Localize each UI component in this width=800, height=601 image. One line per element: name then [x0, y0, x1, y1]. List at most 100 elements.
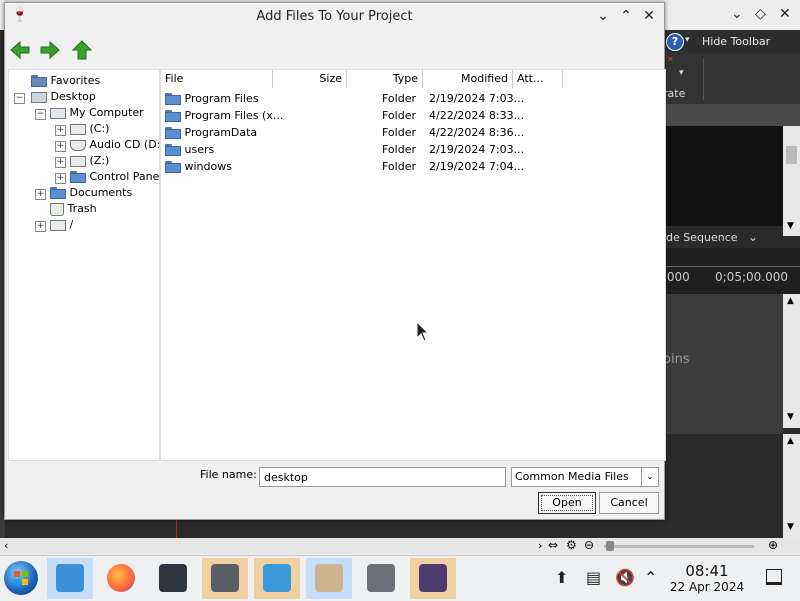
- column-header-attributes[interactable]: Att...: [513, 70, 563, 88]
- scroll-up-icon[interactable]: ▲: [787, 296, 794, 306]
- chevron-down-icon[interactable]: ⌄: [641, 468, 658, 486]
- taskbar-archive-manager[interactable]: [358, 558, 404, 599]
- column-header-size[interactable]: Size: [273, 70, 347, 88]
- zoom-gear-icon[interactable]: ⚙: [566, 538, 577, 552]
- chevron-down-icon[interactable]: ⌄: [748, 230, 758, 244]
- tree-item-control-panel[interactable]: Control Panel: [70, 169, 159, 185]
- file-row[interactable]: windows Folder 2/19/2024 7:04...: [161, 158, 665, 175]
- scroll-right-icon[interactable]: ›: [538, 539, 542, 552]
- dialog-titlebar[interactable]: 🍷 Add Files To Your Project ⌄ ⌃ ✕: [5, 3, 664, 31]
- collapse-icon[interactable]: −: [14, 93, 25, 104]
- scroll-down-icon[interactable]: ▼: [787, 412, 794, 422]
- open-button[interactable]: Open: [538, 492, 596, 514]
- collapse-icon[interactable]: −: [35, 109, 46, 120]
- tree-item-audio-cd[interactable]: Audio CD (D:): [70, 137, 159, 153]
- minimize-icon[interactable]: ⌄: [593, 8, 613, 24]
- taskbar-wine-app[interactable]: [306, 558, 352, 599]
- start-menu-icon[interactable]: [4, 561, 38, 595]
- tree-item-documents[interactable]: Documents: [50, 185, 132, 201]
- expand-icon[interactable]: +: [55, 141, 66, 152]
- zoom-slider-handle[interactable]: [606, 541, 614, 551]
- tree-item-trash[interactable]: Trash: [50, 201, 97, 217]
- tree-item-favorites[interactable]: Favorites: [31, 73, 100, 89]
- up-folder-button[interactable]: [71, 39, 93, 61]
- column-header-type[interactable]: Type: [347, 70, 423, 88]
- dialog-title: Add Files To Your Project: [256, 9, 413, 24]
- scroll-up-icon[interactable]: ▲: [787, 436, 794, 446]
- scrollbar-thumb[interactable]: [786, 146, 797, 164]
- tree-item-drive-z[interactable]: (Z:): [70, 153, 109, 169]
- tree-item-drive-c[interactable]: (C:): [70, 121, 109, 137]
- dropdown-arrow-icon[interactable]: ▾: [685, 35, 690, 45]
- file-list[interactable]: File Size Type Modified Att... Program F…: [160, 69, 666, 461]
- fit-width-icon[interactable]: ⇔: [548, 538, 558, 552]
- folder-icon: [165, 144, 181, 156]
- tree-item-root[interactable]: /: [50, 217, 73, 233]
- scrollbar[interactable]: ▲ ▼: [783, 294, 800, 428]
- hide-toolbar-button[interactable]: Hide Toolbar: [702, 35, 770, 48]
- file-row[interactable]: ProgramData Folder 4/22/2024 8:36...: [161, 124, 665, 141]
- clipboard-icon[interactable]: ▤: [586, 568, 601, 587]
- clock-date[interactable]: 22 Apr 2024: [668, 580, 746, 594]
- sequence-tab[interactable]: ide Sequence ⌄: [663, 228, 783, 248]
- zoom-out-icon[interactable]: ⊖: [584, 538, 594, 552]
- expand-icon[interactable]: +: [35, 221, 46, 232]
- scroll-down-icon[interactable]: ▼: [787, 522, 794, 532]
- forward-arrow-icon: [40, 40, 60, 60]
- volume-muted-icon[interactable]: 🔇: [615, 568, 635, 587]
- column-header-modified[interactable]: Modified: [423, 70, 513, 88]
- file-row[interactable]: users Folder 2/19/2024 7:03...: [161, 141, 665, 158]
- file-row[interactable]: Program Files Folder 2/19/2024 7:03...: [161, 90, 665, 107]
- chevron-down-icon[interactable]: ⌄: [731, 6, 743, 22]
- taskbar-system-settings[interactable]: [150, 558, 196, 599]
- windows-stack-icon: [211, 564, 239, 592]
- horizontal-scrollbar[interactable]: ‹ › ⇔ ⚙ ⊖ ⊕: [0, 538, 800, 555]
- file-type-select[interactable]: Common Media Files ⌄: [511, 467, 659, 487]
- back-button[interactable]: [9, 39, 31, 61]
- scrollbar[interactable]: ▼: [783, 126, 800, 236]
- taskbar-video-editor[interactable]: [410, 558, 456, 599]
- scroll-left-icon[interactable]: ‹: [4, 539, 8, 552]
- cd-drive-icon: [70, 139, 86, 151]
- playhead-line[interactable]: [176, 518, 177, 538]
- scrollbar[interactable]: ▲ ▼: [783, 434, 800, 538]
- close-icon[interactable]: ✕: [779, 6, 791, 22]
- ruler-time-right: 0;05;00.000: [715, 270, 788, 284]
- scroll-down-icon[interactable]: ▼: [787, 221, 794, 231]
- add-files-dialog: 🍷 Add Files To Your Project ⌄ ⌃ ✕ Favori…: [4, 2, 666, 520]
- file-row[interactable]: Program Files (x... Folder 4/22/2024 8:3…: [161, 107, 665, 124]
- cancel-button[interactable]: Cancel: [599, 492, 659, 514]
- forward-button[interactable]: [39, 39, 61, 61]
- folder-icon: [50, 187, 66, 199]
- taskbar: ⬆ ▤ 🔇 ⌃ 08:41 22 Apr 2024: [0, 555, 800, 601]
- show-desktop-icon[interactable]: [766, 569, 782, 585]
- expand-icon[interactable]: +: [55, 157, 66, 168]
- dropdown-arrow-icon[interactable]: ▾: [679, 68, 684, 78]
- diamond-icon[interactable]: ◇: [755, 6, 766, 22]
- expand-icon[interactable]: +: [55, 173, 66, 184]
- column-header-file[interactable]: File: [161, 70, 273, 88]
- expand-icon[interactable]: +: [35, 189, 46, 200]
- help-icon[interactable]: ?: [666, 33, 684, 51]
- track-label: oins: [663, 352, 690, 367]
- file-name: Program Files (x...: [184, 109, 284, 122]
- windows-logo-icon: [14, 571, 28, 585]
- close-icon[interactable]: ✕: [639, 8, 659, 24]
- taskbar-firefox[interactable]: [98, 558, 144, 599]
- taskbar-kde-connect[interactable]: [254, 558, 300, 599]
- folder-tree[interactable]: Favorites − Desktop − My Computer + (C:)…: [8, 69, 160, 461]
- zoom-slider-track[interactable]: [604, 545, 754, 548]
- taskbar-file-manager[interactable]: [47, 558, 93, 599]
- maximize-icon[interactable]: ⌃: [616, 8, 636, 24]
- taskbar-window-switcher[interactable]: [202, 558, 248, 599]
- expand-icon[interactable]: +: [55, 125, 66, 136]
- clock-time[interactable]: 08:41: [670, 562, 744, 580]
- zoom-in-icon[interactable]: ⊕: [768, 538, 778, 552]
- tree-item-my-computer[interactable]: My Computer: [50, 105, 144, 121]
- file-name-field[interactable]: [259, 467, 506, 487]
- updates-icon[interactable]: ⬆: [555, 568, 568, 587]
- sequence-label: ide Sequence: [663, 231, 738, 244]
- tree-item-desktop[interactable]: Desktop: [31, 89, 96, 105]
- file-name: windows: [184, 160, 232, 173]
- chevron-up-icon[interactable]: ⌃: [644, 568, 657, 587]
